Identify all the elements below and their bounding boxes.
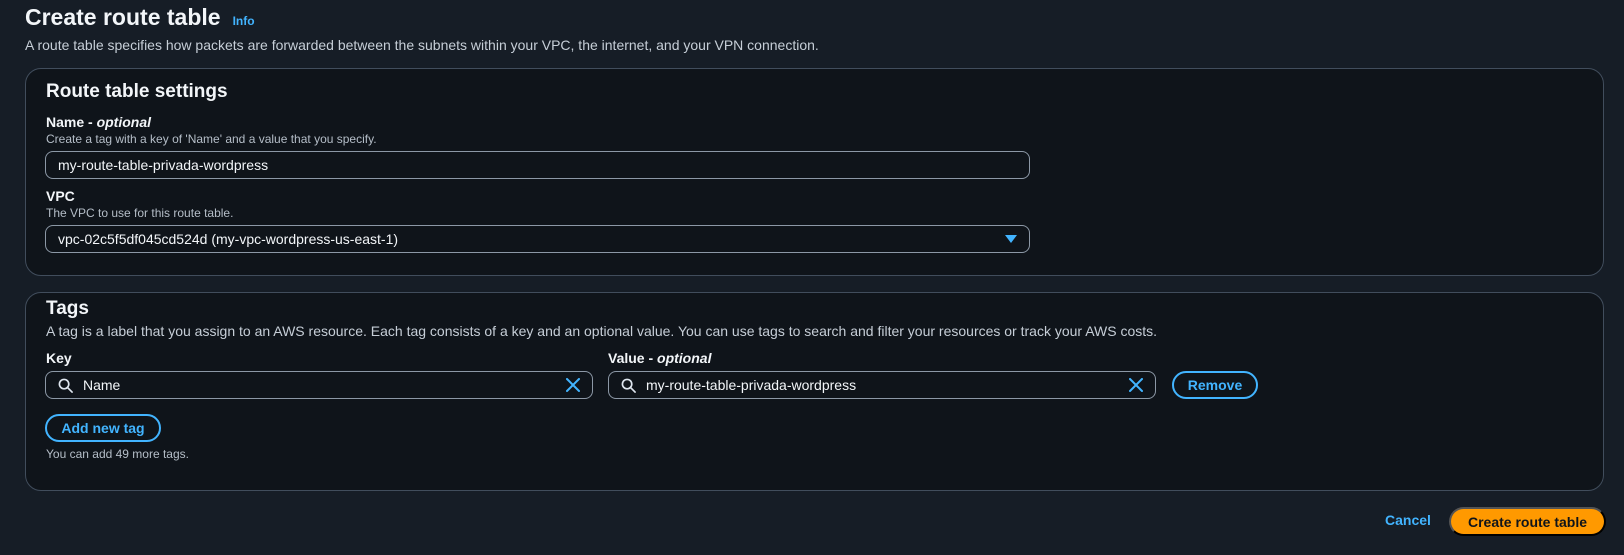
vpc-field-hint: The VPC to use for this route table. [46, 206, 234, 220]
vpc-field-label: VPC [46, 188, 75, 204]
create-route-table-button[interactable]: Create route table [1449, 507, 1606, 536]
remaining-tags-note: You can add 49 more tags. [46, 447, 189, 461]
route-table-settings-panel: Route table settings Name - optional Cre… [25, 68, 1604, 276]
caret-down-icon [1005, 235, 1017, 243]
value-column-label: Value - optional [608, 350, 711, 366]
title-row: Create route table Info [25, 4, 819, 31]
tag-value-value: my-route-table-privada-wordpress [646, 377, 857, 393]
search-icon [58, 378, 73, 393]
tags-panel: Tags A tag is a label that you assign to… [25, 292, 1604, 491]
settings-title: Route table settings [46, 81, 228, 102]
name-field-hint: Create a tag with a key of 'Name' and a … [46, 132, 377, 146]
remove-tag-button[interactable]: Remove [1172, 371, 1258, 399]
name-field-label: Name - optional [46, 114, 151, 130]
tags-title: Tags [46, 298, 89, 319]
add-new-tag-button[interactable]: Add new tag [45, 414, 161, 442]
page-title: Create route table [25, 4, 221, 30]
tags-description: A tag is a label that you assign to an A… [46, 323, 1158, 339]
key-column-label: Key [46, 350, 72, 366]
tag-key-value: Name [83, 377, 121, 393]
name-input-value: my-route-table-privada-wordpress [58, 157, 269, 173]
search-icon [621, 378, 636, 393]
cancel-button[interactable]: Cancel [1385, 512, 1431, 528]
name-optional-text: optional [96, 114, 152, 130]
tag-key-input[interactable]: Name [45, 371, 593, 399]
value-label-text: Value - [608, 350, 658, 366]
clear-icon[interactable] [566, 378, 580, 392]
page-header: Create route table Info A route table sp… [25, 4, 819, 53]
name-label-text: Name - [46, 114, 97, 130]
info-link[interactable]: Info [233, 14, 255, 28]
name-input[interactable]: my-route-table-privada-wordpress [45, 151, 1030, 179]
vpc-selected-value: vpc-02c5f5df045cd524d (my-vpc-wordpress-… [58, 231, 399, 247]
tag-value-input[interactable]: my-route-table-privada-wordpress [608, 371, 1156, 399]
page-description: A route table specifies how packets are … [25, 37, 819, 53]
clear-icon[interactable] [1129, 378, 1143, 392]
vpc-select[interactable]: vpc-02c5f5df045cd524d (my-vpc-wordpress-… [45, 225, 1030, 253]
value-optional-text: optional [657, 350, 712, 366]
